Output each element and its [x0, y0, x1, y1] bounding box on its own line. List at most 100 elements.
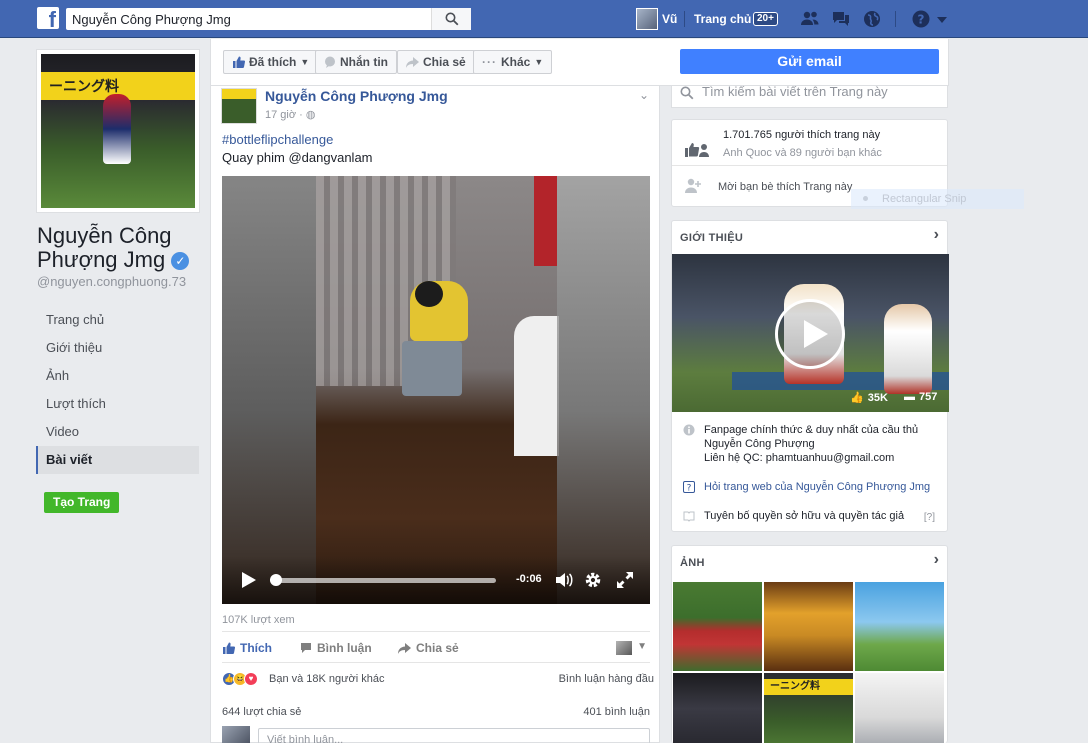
help-icon[interactable]: ?: [911, 9, 931, 29]
copyright-link[interactable]: Tuyên bố quyền sở hữu và quyền tác giả: [704, 509, 904, 523]
chevron-down-icon[interactable]: ▼: [637, 641, 647, 652]
search-button[interactable]: [431, 8, 471, 30]
snip-dot-icon: [863, 196, 868, 201]
search-icon: [445, 12, 458, 26]
comment-button[interactable]: Bình luận: [300, 641, 372, 655]
chevron-right-icon[interactable]: ›: [934, 551, 939, 569]
video-scrubber-handle[interactable]: [270, 574, 283, 586]
nav-item-about[interactable]: Giới thiệu: [36, 334, 199, 362]
photo-banner: ーニング料: [764, 679, 853, 695]
play-icon[interactable]: [775, 299, 845, 369]
facebook-logo[interactable]: f: [37, 7, 59, 29]
page-profile-picture[interactable]: ーニング料: [36, 49, 200, 213]
create-page-button[interactable]: Tạo Trang: [44, 492, 120, 513]
message-button[interactable]: Nhắn tin: [315, 50, 397, 74]
photo-thumbnail[interactable]: [855, 582, 944, 671]
topbar-divider-2: [895, 11, 896, 27]
verified-badge-icon: ✓: [171, 252, 190, 270]
like-button[interactable]: Thích: [222, 641, 272, 655]
video-blur-left: [222, 176, 316, 604]
about-card-title[interactable]: GIỚI THIỆU: [680, 232, 743, 244]
about-desc-line-2: Nguyễn Công Phượng: [704, 438, 815, 450]
share-arrow-icon: [406, 56, 419, 68]
invite-friends-link[interactable]: Mời bạn bè thích Trang này: [718, 181, 852, 193]
about-video-comments-count: 757: [919, 391, 938, 403]
liked-button[interactable]: Đã thích ▼: [223, 50, 319, 74]
comment-input[interactable]: Viết bình luận...: [258, 728, 650, 743]
search-icon: [680, 86, 694, 100]
photo-thumbnail[interactable]: [673, 673, 762, 743]
nav-item-posts[interactable]: Bài viết: [36, 446, 199, 474]
reactions-text: Bạn và 18K người khác: [269, 673, 385, 685]
video-progress-bar[interactable]: [270, 578, 496, 583]
settings-gear-icon[interactable]: [583, 570, 603, 590]
share-count[interactable]: 644 lượt chia sẻ: [222, 706, 301, 718]
post-actions: Thích Bình luận Chia sẻ ▼: [222, 638, 650, 660]
post-as-avatar[interactable]: [616, 641, 632, 655]
account-menu-caret-icon[interactable]: [936, 9, 948, 29]
nav-item-likes[interactable]: Lượt thích: [36, 390, 199, 418]
search-box: [66, 8, 471, 30]
fullscreen-icon[interactable]: [615, 570, 635, 590]
nav-item-home[interactable]: Trang chủ: [36, 306, 199, 334]
post-options-chevron-icon[interactable]: ⌄: [639, 88, 649, 102]
post-card: Nguyễn Công Phượng Jmg 17 giờ · ◍ ⌄ #bot…: [210, 86, 660, 743]
liked-button-label: Đã thích: [249, 55, 297, 69]
send-email-button[interactable]: Gửi email: [680, 49, 939, 74]
photos-card: ẢNH › ーニング料: [671, 545, 948, 743]
share-page-button[interactable]: Chia sẻ: [397, 50, 475, 74]
user-avatar[interactable]: [636, 8, 658, 30]
comment-bubble-icon: ▬: [904, 391, 915, 403]
search-input[interactable]: [66, 8, 430, 30]
share-page-button-label: Chia sẻ: [423, 55, 466, 69]
play-icon[interactable]: [242, 572, 256, 588]
page-nav: Trang chủ Giới thiệu Ảnh Lượt thích Vide…: [36, 306, 199, 474]
photo-thumbnail[interactable]: [855, 673, 944, 743]
about-website-row: ? Hỏi trang web của Nguyễn Công Phượng J…: [683, 480, 930, 494]
notifications-globe-icon[interactable]: [862, 9, 882, 29]
post-author-avatar[interactable]: [221, 88, 257, 124]
post-hashtag-link[interactable]: #bottleflipchallenge: [222, 132, 333, 147]
photo-thumbnail[interactable]: ーニング料: [764, 673, 853, 743]
post-author-link[interactable]: Nguyễn Công Phượng Jmg: [265, 88, 448, 104]
photos-card-title[interactable]: ẢNH: [680, 557, 705, 569]
nav-item-photos[interactable]: Ảnh: [36, 362, 199, 390]
about-video[interactable]: 👍 35K ▬ 757: [672, 254, 949, 412]
video-red-panel: [534, 176, 557, 266]
reactions-summary[interactable]: 👍 😆 ♥ Bạn và 18K người khác Bình luận hà…: [222, 672, 654, 688]
post-divider: [222, 662, 650, 663]
chevron-right-icon[interactable]: ›: [934, 226, 939, 244]
photo-thumbnail[interactable]: [764, 582, 853, 671]
help-link[interactable]: [?]: [924, 512, 935, 523]
nav-item-videos[interactable]: Video: [36, 418, 199, 446]
video-player[interactable]: -0:06: [222, 176, 650, 604]
svg-text:?: ?: [918, 13, 925, 27]
more-button[interactable]: ··· Khác ▼: [473, 50, 553, 74]
comment-sort-dropdown[interactable]: Bình luận hàng đầu: [559, 673, 654, 685]
comment-count[interactable]: 401 bình luận: [583, 706, 650, 718]
comment-button-label: Bình luận: [317, 641, 372, 655]
thumbs-up-icon: [233, 56, 245, 68]
thumbs-up-icon: [223, 642, 235, 654]
post-timestamp[interactable]: 17 giờ · ◍: [265, 108, 315, 121]
user-name-link[interactable]: Vũ: [662, 12, 677, 26]
friend-requests-icon[interactable]: [800, 9, 820, 29]
card-divider: [672, 165, 947, 166]
volume-icon[interactable]: [554, 570, 574, 590]
like-button-label: Thích: [240, 641, 272, 655]
messages-icon[interactable]: [831, 9, 851, 29]
topbar-divider: [684, 11, 685, 27]
ask-website-link[interactable]: Hỏi trang web của Nguyễn Công Phượng Jmg: [704, 480, 930, 494]
book-icon: [683, 511, 695, 522]
video-controls: -0:06: [222, 556, 650, 604]
share-post-button[interactable]: Chia sẻ: [398, 641, 459, 655]
add-friend-icon: [685, 178, 701, 193]
page-post-search-input[interactable]: Tìm kiếm bài viết trên Trang này: [671, 85, 948, 108]
home-link[interactable]: Trang chủ: [694, 12, 751, 26]
page-title[interactable]: Nguyễn Công Phượng Jmg ✓: [37, 224, 207, 272]
photo-thumbnail[interactable]: [673, 582, 762, 671]
question-box-icon: ?: [683, 481, 695, 493]
friends-like-text[interactable]: Anh Quoc và 89 người bạn khác: [723, 147, 882, 159]
page-username[interactable]: @nguyen.congphuong.73: [37, 274, 186, 289]
player-figure: [103, 94, 131, 164]
